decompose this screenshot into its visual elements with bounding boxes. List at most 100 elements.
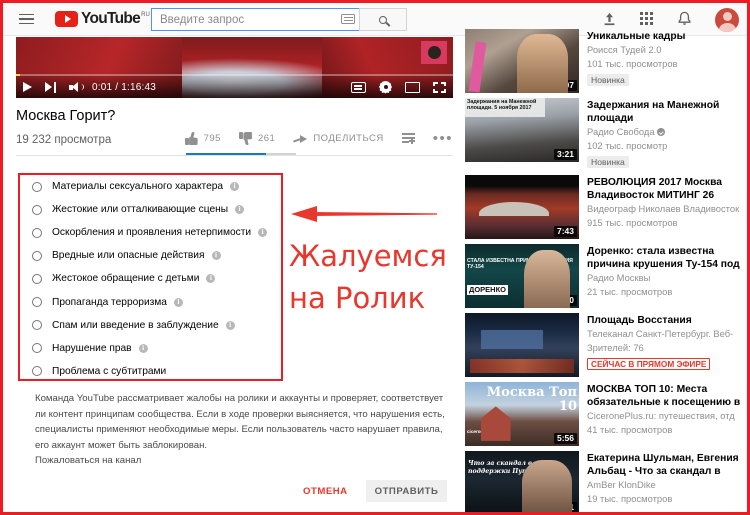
share-button[interactable]: ПОДЕЛИТЬСЯ bbox=[293, 133, 383, 145]
info-icon[interactable]: i bbox=[211, 251, 221, 261]
report-option[interactable]: Нарушение прав i bbox=[20, 337, 281, 360]
like-count: 795 bbox=[203, 133, 221, 144]
radio-button[interactable] bbox=[32, 273, 42, 284]
thumbnail-caption: Задержания на Манежной площади. 5 ноября… bbox=[465, 98, 545, 118]
submit-button[interactable]: ОТПРАВИТЬ bbox=[366, 480, 447, 502]
settings-gear-icon[interactable] bbox=[379, 81, 392, 94]
apps-grid-icon[interactable] bbox=[639, 11, 656, 28]
player-time-display: 0:01 / 1:16:43 bbox=[92, 81, 156, 93]
video-info: МОСКВА ТОП 10: Места обязательные к посе… bbox=[579, 382, 747, 446]
user-avatar[interactable] bbox=[715, 7, 739, 32]
upload-icon[interactable] bbox=[601, 11, 618, 28]
left-arrow-annotation bbox=[291, 206, 437, 222]
report-channel-link[interactable]: Пожаловаться на канал bbox=[35, 453, 451, 469]
volume-icon[interactable] bbox=[69, 81, 84, 93]
radio-button[interactable] bbox=[32, 366, 42, 377]
video-duration: 54:11 bbox=[549, 502, 577, 512]
video-duration: 7:43 bbox=[553, 226, 577, 237]
video-duration: 19:30 bbox=[549, 295, 577, 306]
video-title[interactable]: Екатерина Шульман, Евгения Альбац - Что … bbox=[587, 452, 747, 478]
theater-mode-icon[interactable] bbox=[405, 81, 420, 93]
channel-name[interactable]: Радио Москвы bbox=[587, 271, 747, 285]
search-bar bbox=[151, 8, 407, 31]
play-icon[interactable] bbox=[23, 82, 32, 92]
youtube-country-code: RU bbox=[141, 12, 150, 18]
list-item[interactable]: 7:43 РЕВОЛЮЦИЯ 2017 Москва Владивосток М… bbox=[465, 175, 747, 239]
report-reasons-box: Материалы сексуального характера i Жесто… bbox=[18, 173, 283, 381]
meta-divider bbox=[16, 155, 453, 156]
video-thumbnail[interactable]: Москва Топ 10 cicerone plus.ru 5:56 bbox=[465, 382, 579, 446]
info-icon[interactable]: i bbox=[258, 228, 268, 238]
next-video-icon[interactable] bbox=[45, 81, 56, 93]
search-button[interactable] bbox=[359, 8, 407, 31]
more-options-button[interactable]: ••• bbox=[433, 131, 453, 146]
radio-button[interactable] bbox=[32, 343, 42, 354]
report-option[interactable]: Жестокие или отталкивающие сцены i bbox=[20, 198, 281, 221]
search-input[interactable] bbox=[151, 8, 359, 31]
channel-name[interactable]: CiceronePlus.ru: путешествия, отд bbox=[587, 409, 747, 423]
thumbnail-logo: cicerone plus.ru bbox=[467, 429, 503, 434]
dislike-button[interactable]: 261 bbox=[238, 132, 275, 145]
status-badge: Новинка bbox=[587, 156, 629, 168]
radio-button[interactable] bbox=[32, 227, 42, 238]
info-icon[interactable]: i bbox=[173, 297, 183, 307]
report-option[interactable]: Проблема с субтитрами bbox=[20, 360, 281, 383]
list-item[interactable]: Площадь Восстания Телеканал Санкт-Петерб… bbox=[465, 313, 747, 377]
video-title[interactable]: Уникальные кадры bbox=[587, 30, 685, 43]
list-item[interactable]: 4:07 Уникальные кадры Роисся Тудей 2.0 1… bbox=[465, 29, 747, 93]
video-duration: 3:21 bbox=[553, 149, 577, 160]
save-button[interactable] bbox=[401, 133, 415, 144]
video-thumbnail[interactable]: СТАЛА ИЗВЕСТНА ПРИЧИНА КРУШЕНИЯ ТУ-154 Д… bbox=[465, 244, 579, 308]
report-option[interactable]: Оскорбления и проявления нетерпимости i bbox=[20, 221, 281, 244]
report-option[interactable]: Пропаганда терроризма i bbox=[20, 290, 281, 313]
video-thumbnail[interactable]: Что за скандал в группе поддержки Путина… bbox=[465, 451, 579, 512]
channel-name[interactable]: Видеограф Николаев Владивосток bbox=[587, 202, 747, 216]
info-icon[interactable]: i bbox=[225, 320, 235, 330]
video-title[interactable]: РЕВОЛЮЦИЯ 2017 Москва Владивосток МИТИНГ… bbox=[587, 176, 747, 202]
status-badge: Новинка bbox=[587, 74, 629, 86]
channel-name[interactable]: AmBer KlonDike bbox=[587, 478, 747, 492]
report-option[interactable]: Спам или введение в заблуждение i bbox=[20, 314, 281, 337]
video-title[interactable]: Доренко: стала известна причина крушения… bbox=[587, 245, 747, 271]
radio-button[interactable] bbox=[32, 204, 42, 215]
annotation-line-2: на Ролик bbox=[289, 281, 426, 315]
video-title[interactable]: Площадь Восстания bbox=[587, 314, 733, 327]
verified-badge-icon bbox=[657, 128, 666, 136]
video-title[interactable]: Задержания на Манежной площади bbox=[587, 99, 747, 125]
list-item[interactable]: Задержания на Манежной площади. 5 ноября… bbox=[465, 98, 747, 170]
radio-button[interactable] bbox=[32, 250, 42, 261]
radio-button[interactable] bbox=[32, 297, 42, 308]
report-option[interactable]: Материалы сексуального характера i bbox=[20, 175, 281, 198]
video-title[interactable]: МОСКВА ТОП 10: Места обязательные к посе… bbox=[587, 383, 747, 409]
keyboard-icon[interactable] bbox=[341, 14, 355, 24]
video-player[interactable]: 0:01 / 1:16:43 bbox=[16, 37, 453, 98]
video-thumbnail[interactable]: Задержания на Манежной площади. 5 ноября… bbox=[465, 98, 579, 162]
thumbnail-caption-text: СТАЛА ИЗВЕСТНА ПРИЧИНА КРУШЕНИЯ ТУ-154 bbox=[467, 258, 573, 271]
video-meta-row: 19 232 просмотра 795 261 ПОДЕЛИТЬСЯ ••• bbox=[16, 131, 453, 155]
radio-button[interactable] bbox=[32, 181, 42, 192]
channel-name[interactable]: Роисся Тудей 2.0 bbox=[587, 43, 685, 57]
like-button[interactable]: 795 bbox=[184, 132, 221, 145]
subtitles-icon[interactable] bbox=[351, 81, 366, 93]
list-item[interactable]: СТАЛА ИЗВЕСТНА ПРИЧИНА КРУШЕНИЯ ТУ-154 Д… bbox=[465, 244, 747, 308]
channel-name[interactable]: Телеканал Санкт-Петербург. Веб- bbox=[587, 327, 733, 341]
video-thumbnail[interactable] bbox=[465, 313, 579, 377]
cancel-button[interactable]: ОТМЕНА bbox=[303, 486, 348, 497]
video-thumbnail[interactable]: 7:43 bbox=[465, 175, 579, 239]
report-option[interactable]: Вредные или опасные действия i bbox=[20, 244, 281, 267]
channel-name[interactable]: Радио Свобода bbox=[587, 125, 747, 139]
info-icon[interactable]: i bbox=[206, 274, 216, 284]
video-info: Площадь Восстания Телеканал Санкт-Петерб… bbox=[579, 313, 733, 377]
list-item[interactable]: Что за скандал в группе поддержки Путина… bbox=[465, 451, 747, 512]
fullscreen-icon[interactable] bbox=[433, 81, 446, 93]
list-item[interactable]: Москва Топ 10 cicerone plus.ru 5:56 МОСК… bbox=[465, 382, 747, 446]
radio-button[interactable] bbox=[32, 320, 42, 331]
bell-icon[interactable] bbox=[677, 11, 694, 28]
info-icon[interactable]: i bbox=[235, 205, 245, 215]
info-icon[interactable]: i bbox=[138, 343, 148, 353]
report-option[interactable]: Жестокое обращение с детьми i bbox=[20, 267, 281, 290]
youtube-logo[interactable]: YouTube RU bbox=[55, 11, 150, 27]
info-icon[interactable]: i bbox=[230, 182, 240, 192]
hamburger-menu-icon[interactable] bbox=[13, 13, 39, 25]
video-thumbnail[interactable]: 4:07 bbox=[465, 29, 579, 93]
